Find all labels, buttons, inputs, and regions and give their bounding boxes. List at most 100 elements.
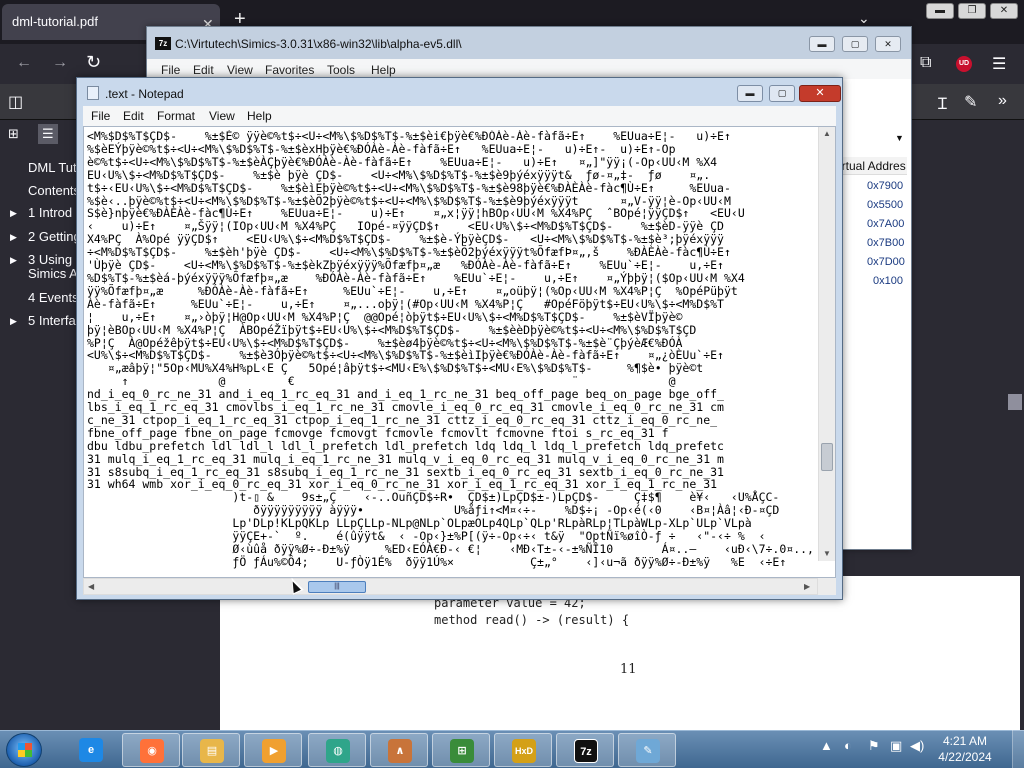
clock-time: 4:21 AM bbox=[942, 734, 988, 748]
notepad-horizontal-scrollbar[interactable]: ◀ ||| ▶ bbox=[83, 578, 818, 595]
notepad-menu-edit[interactable]: Edit bbox=[123, 109, 144, 123]
outline-item-label: 1 Introd bbox=[28, 205, 73, 220]
more-tools-chevron-icon[interactable]: » bbox=[998, 92, 1007, 110]
notepad-maximize-button[interactable]: ▢ bbox=[769, 85, 795, 102]
notepad-title: .text - Notepad bbox=[105, 87, 184, 101]
outline-item[interactable]: 4 Events bbox=[0, 290, 78, 308]
file-explorer-icon: ▤ bbox=[200, 739, 224, 763]
reload-icon[interactable]: ↻ bbox=[86, 52, 101, 73]
outline-item-label: DML Tuto bbox=[28, 160, 78, 175]
address-cell: 0x7D00 bbox=[867, 256, 905, 268]
taskbar-green-orb-app-button[interactable]: ◍ bbox=[308, 733, 366, 767]
7zip-minimize-button[interactable]: ▬ bbox=[809, 36, 835, 52]
taskbar-clock[interactable]: 4:21 AM 4/22/2024 bbox=[930, 733, 1000, 765]
sidebar-view-switcher: ⊞ ☰ bbox=[0, 120, 78, 150]
outline-item-label: 2 Getting bbox=[28, 229, 78, 244]
outline-expand-arrow-icon[interactable]: ▶ bbox=[10, 232, 17, 243]
draw-tool-icon[interactable]: ✎ bbox=[964, 92, 977, 112]
taskbar-hxd-button[interactable]: HxD bbox=[494, 733, 552, 767]
outline-expand-arrow-icon[interactable]: ▶ bbox=[10, 208, 17, 219]
browser-minimize-button[interactable]: ▬ bbox=[926, 3, 954, 19]
7zip-menu-edit[interactable]: Edit bbox=[193, 63, 214, 77]
7zip-close-button[interactable]: ✕ bbox=[875, 36, 901, 52]
7zip-maximize-button[interactable]: ▢ bbox=[842, 36, 868, 52]
extensions-icon[interactable]: ⧉ bbox=[920, 54, 931, 72]
thumbnails-icon[interactable]: ⊞ bbox=[8, 126, 19, 142]
7zip-menu-view[interactable]: View bbox=[227, 63, 253, 77]
notepad-title-bar[interactable]: .text - Notepad ▬ ▢ ✕ bbox=[77, 78, 842, 106]
scroll-up-arrow-icon[interactable]: ▲ bbox=[823, 129, 831, 138]
tray-show-hidden-icon[interactable]: ▲ bbox=[820, 738, 833, 753]
text-tool-icon[interactable]: Ɪ bbox=[938, 92, 947, 114]
start-button[interactable] bbox=[6, 733, 42, 767]
notepad-minimize-button[interactable]: ▬ bbox=[737, 85, 763, 102]
outline-expand-arrow-icon[interactable]: ▶ bbox=[10, 255, 17, 266]
7zip-icon: 7z bbox=[574, 739, 598, 763]
outline-item[interactable]: DML Tuto bbox=[0, 160, 78, 178]
address-cell: 0x7A00 bbox=[867, 218, 905, 230]
outline-item[interactable]: ▶ 1 Introd bbox=[0, 205, 78, 223]
matlab-icon: ∧ bbox=[388, 739, 412, 763]
outline-item-label: Simics A bbox=[28, 266, 78, 281]
tray-flag-icon[interactable]: ⚑ bbox=[868, 738, 880, 754]
browser-close-button[interactable]: ✕ bbox=[990, 3, 1018, 19]
scroll-down-arrow-icon[interactable]: ▼ bbox=[823, 549, 831, 558]
back-arrow-icon[interactable]: ← bbox=[16, 54, 32, 72]
7zip-menu-file[interactable]: File bbox=[161, 63, 180, 77]
sidebar-toggle-icon[interactable]: ◫ bbox=[8, 92, 23, 112]
notepad-size-grip[interactable] bbox=[818, 578, 836, 595]
notepad-menu-format[interactable]: Format bbox=[157, 109, 195, 123]
notepad-menu-view[interactable]: View bbox=[209, 109, 235, 123]
notepad-vscroll-thumb[interactable] bbox=[821, 443, 833, 471]
tab-list-chevron-icon[interactable]: ⌄ bbox=[858, 10, 870, 27]
7zip-menu-bar: File Edit View Favorites Tools Help bbox=[147, 59, 911, 79]
notepad-hscroll-thumb[interactable]: ||| bbox=[308, 581, 366, 593]
7zip-menu-favorites[interactable]: Favorites bbox=[265, 63, 314, 77]
taskbar-file-explorer-button[interactable]: ▤ bbox=[182, 733, 240, 767]
outline-item-label: 4 Events bbox=[28, 290, 78, 305]
notepad-menu-file[interactable]: File bbox=[91, 109, 110, 123]
taskbar-matlab-button[interactable]: ∧ bbox=[370, 733, 428, 767]
7zip-hscroll-right-arrow[interactable]: ▶ bbox=[839, 529, 1024, 543]
taskbar-chart-app-button[interactable]: ⊞ bbox=[432, 733, 490, 767]
notepad-binary-text[interactable]: <M%$D$%T$ÇD$- %±$È© ÿÿè©%t$÷<U÷<M%\$%D$%… bbox=[87, 130, 819, 574]
notepad-vertical-scrollbar[interactable]: ▲ ▼ bbox=[818, 127, 835, 561]
7zip-title-bar[interactable]: 7z C:\Virtutech\Simics-3.0.31\x86-win32\… bbox=[147, 27, 911, 59]
media-player-icon: ▶ bbox=[262, 739, 286, 763]
outline-expand-arrow-icon[interactable]: ▶ bbox=[10, 316, 17, 327]
firefox-icon: ◉ bbox=[140, 739, 164, 763]
outline-item-label: 3 Using bbox=[28, 252, 73, 267]
tray-network-icon[interactable]: ◐ bbox=[844, 738, 852, 753]
browser-scroll-thumb[interactable] bbox=[1008, 394, 1022, 410]
ublock-extension-icon[interactable]: UD bbox=[956, 56, 972, 72]
browser-restore-button[interactable]: ❐ bbox=[958, 3, 986, 19]
address-dropdown-chevron-icon[interactable]: ▼ bbox=[895, 133, 904, 143]
scroll-left-arrow-icon[interactable]: ◀ bbox=[88, 582, 94, 591]
menu-hamburger-icon[interactable]: ☰ bbox=[992, 54, 1006, 74]
outline-item-label: 5 Interfa bbox=[28, 313, 76, 328]
outline-item[interactable]: ▶ 2 Getting bbox=[0, 229, 78, 247]
virtual-address-column-header[interactable]: irtual Addres bbox=[837, 157, 907, 175]
green-orb-app-icon: ◍ bbox=[326, 739, 350, 763]
tray-monitor-icon[interactable]: ▣ bbox=[890, 738, 902, 754]
pdf-code-line: method read() -> (result) { bbox=[434, 613, 630, 627]
taskbar-7zip-button[interactable]: 7z bbox=[556, 733, 614, 767]
outline-item[interactable]: Contents bbox=[0, 183, 78, 201]
taskbar-media-player-button[interactable]: ▶ bbox=[244, 733, 302, 767]
forward-arrow-icon[interactable]: → bbox=[52, 54, 68, 72]
outline-icon[interactable]: ☰ bbox=[38, 124, 58, 144]
notepad-menu-help[interactable]: Help bbox=[247, 109, 272, 123]
taskbar-internet-explorer-button[interactable]: e bbox=[62, 733, 120, 767]
hxd-icon: HxD bbox=[512, 739, 536, 763]
notepad-close-button[interactable]: ✕ bbox=[799, 85, 841, 102]
notepad-text-area[interactable]: <M%$D$%T$ÇD$- %±$È© ÿÿè©%t$÷<U÷<M%\$%D$%… bbox=[83, 126, 836, 578]
taskbar-firefox-button[interactable]: ◉ bbox=[122, 733, 180, 767]
outline-item[interactable]: Simics A bbox=[0, 266, 78, 284]
taskbar-notepad-button[interactable]: ✎ bbox=[618, 733, 676, 767]
outline-item[interactable]: ▶ 5 Interfa bbox=[0, 313, 78, 331]
7zip-menu-help[interactable]: Help bbox=[371, 63, 396, 77]
scroll-right-arrow-icon[interactable]: ▶ bbox=[804, 582, 810, 591]
7zip-menu-tools[interactable]: Tools bbox=[327, 63, 355, 77]
show-desktop-button[interactable] bbox=[1012, 730, 1024, 768]
tray-volume-icon[interactable]: ◀) bbox=[910, 738, 924, 754]
